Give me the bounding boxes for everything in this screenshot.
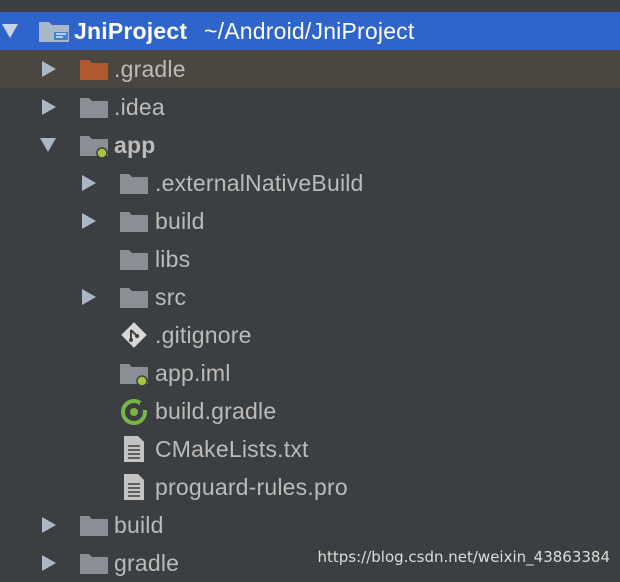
tree-row-gitignore[interactable]: .gitignore [0,316,620,354]
tree-label: .idea [114,93,165,120]
tree-row-root-build[interactable]: build [0,506,620,544]
folder-icon [120,209,148,233]
text-file-icon [122,473,150,500]
tree-label: build [114,511,164,538]
chevron-right-icon[interactable] [42,99,56,115]
project-folder-icon [38,18,69,42]
tree-label: .externalNativeBuild [155,169,364,196]
tree-label: build.gradle [155,397,277,424]
chevron-right-icon[interactable] [42,517,56,533]
toolbar-strip [0,0,620,10]
tree-label: .gradle [114,55,186,82]
tree-label: app [114,131,156,158]
git-icon [120,321,148,348]
chevron-down-icon[interactable] [2,24,18,38]
chevron-right-icon[interactable] [42,555,56,571]
tree-row-src[interactable]: src [0,278,620,316]
tree-row-app-build[interactable]: build [0,202,620,240]
tree-label: CMakeLists.txt [155,435,309,462]
tree-row-build-gradle[interactable]: build.gradle [0,392,620,430]
tree-label: .gitignore [155,321,252,348]
folder-icon [80,95,108,119]
tree-row-app[interactable]: app [0,126,620,164]
tree-row-gradle-hidden[interactable]: .gradle [0,50,620,88]
module-folder-icon [80,133,108,159]
chevron-down-icon[interactable] [40,138,56,152]
text-file-icon [122,435,150,462]
folder-icon [120,171,148,195]
chevron-right-icon[interactable] [42,61,56,77]
chevron-right-icon[interactable] [82,175,96,191]
chevron-right-icon[interactable] [82,213,96,229]
tree-row-libs[interactable]: libs [0,240,620,278]
folder-icon [120,285,148,309]
tree-row-project-root[interactable]: JniProject ~/Android/JniProject [0,12,620,50]
watermark-text: https://blog.csdn.net/weixin_43863384 [317,548,610,566]
folder-icon [120,247,148,271]
project-path: ~/Android/JniProject [204,17,415,44]
tree-label: app.iml [155,359,231,386]
tree-row-proguard[interactable]: proguard-rules.pro [0,468,620,506]
folder-icon [80,57,108,81]
folder-icon [80,513,108,537]
folder-icon [80,551,108,575]
tree-label: proguard-rules.pro [155,473,348,500]
gradle-icon [120,398,148,425]
tree-label: gradle [114,549,180,576]
tree-label: libs [155,245,191,272]
tree-row-app-iml[interactable]: app.iml [0,354,620,392]
chevron-right-icon[interactable] [82,289,96,305]
tree-label: build [155,207,205,234]
project-tree: JniProject ~/Android/JniProject .gradle … [0,12,620,582]
tree-row-cmakelists[interactable]: CMakeLists.txt [0,430,620,468]
tree-row-idea[interactable]: .idea [0,88,620,126]
tree-row-external-native-build[interactable]: .externalNativeBuild [0,164,620,202]
tree-label: src [155,283,187,310]
project-name: JniProject [74,17,188,44]
module-file-icon [120,361,148,387]
